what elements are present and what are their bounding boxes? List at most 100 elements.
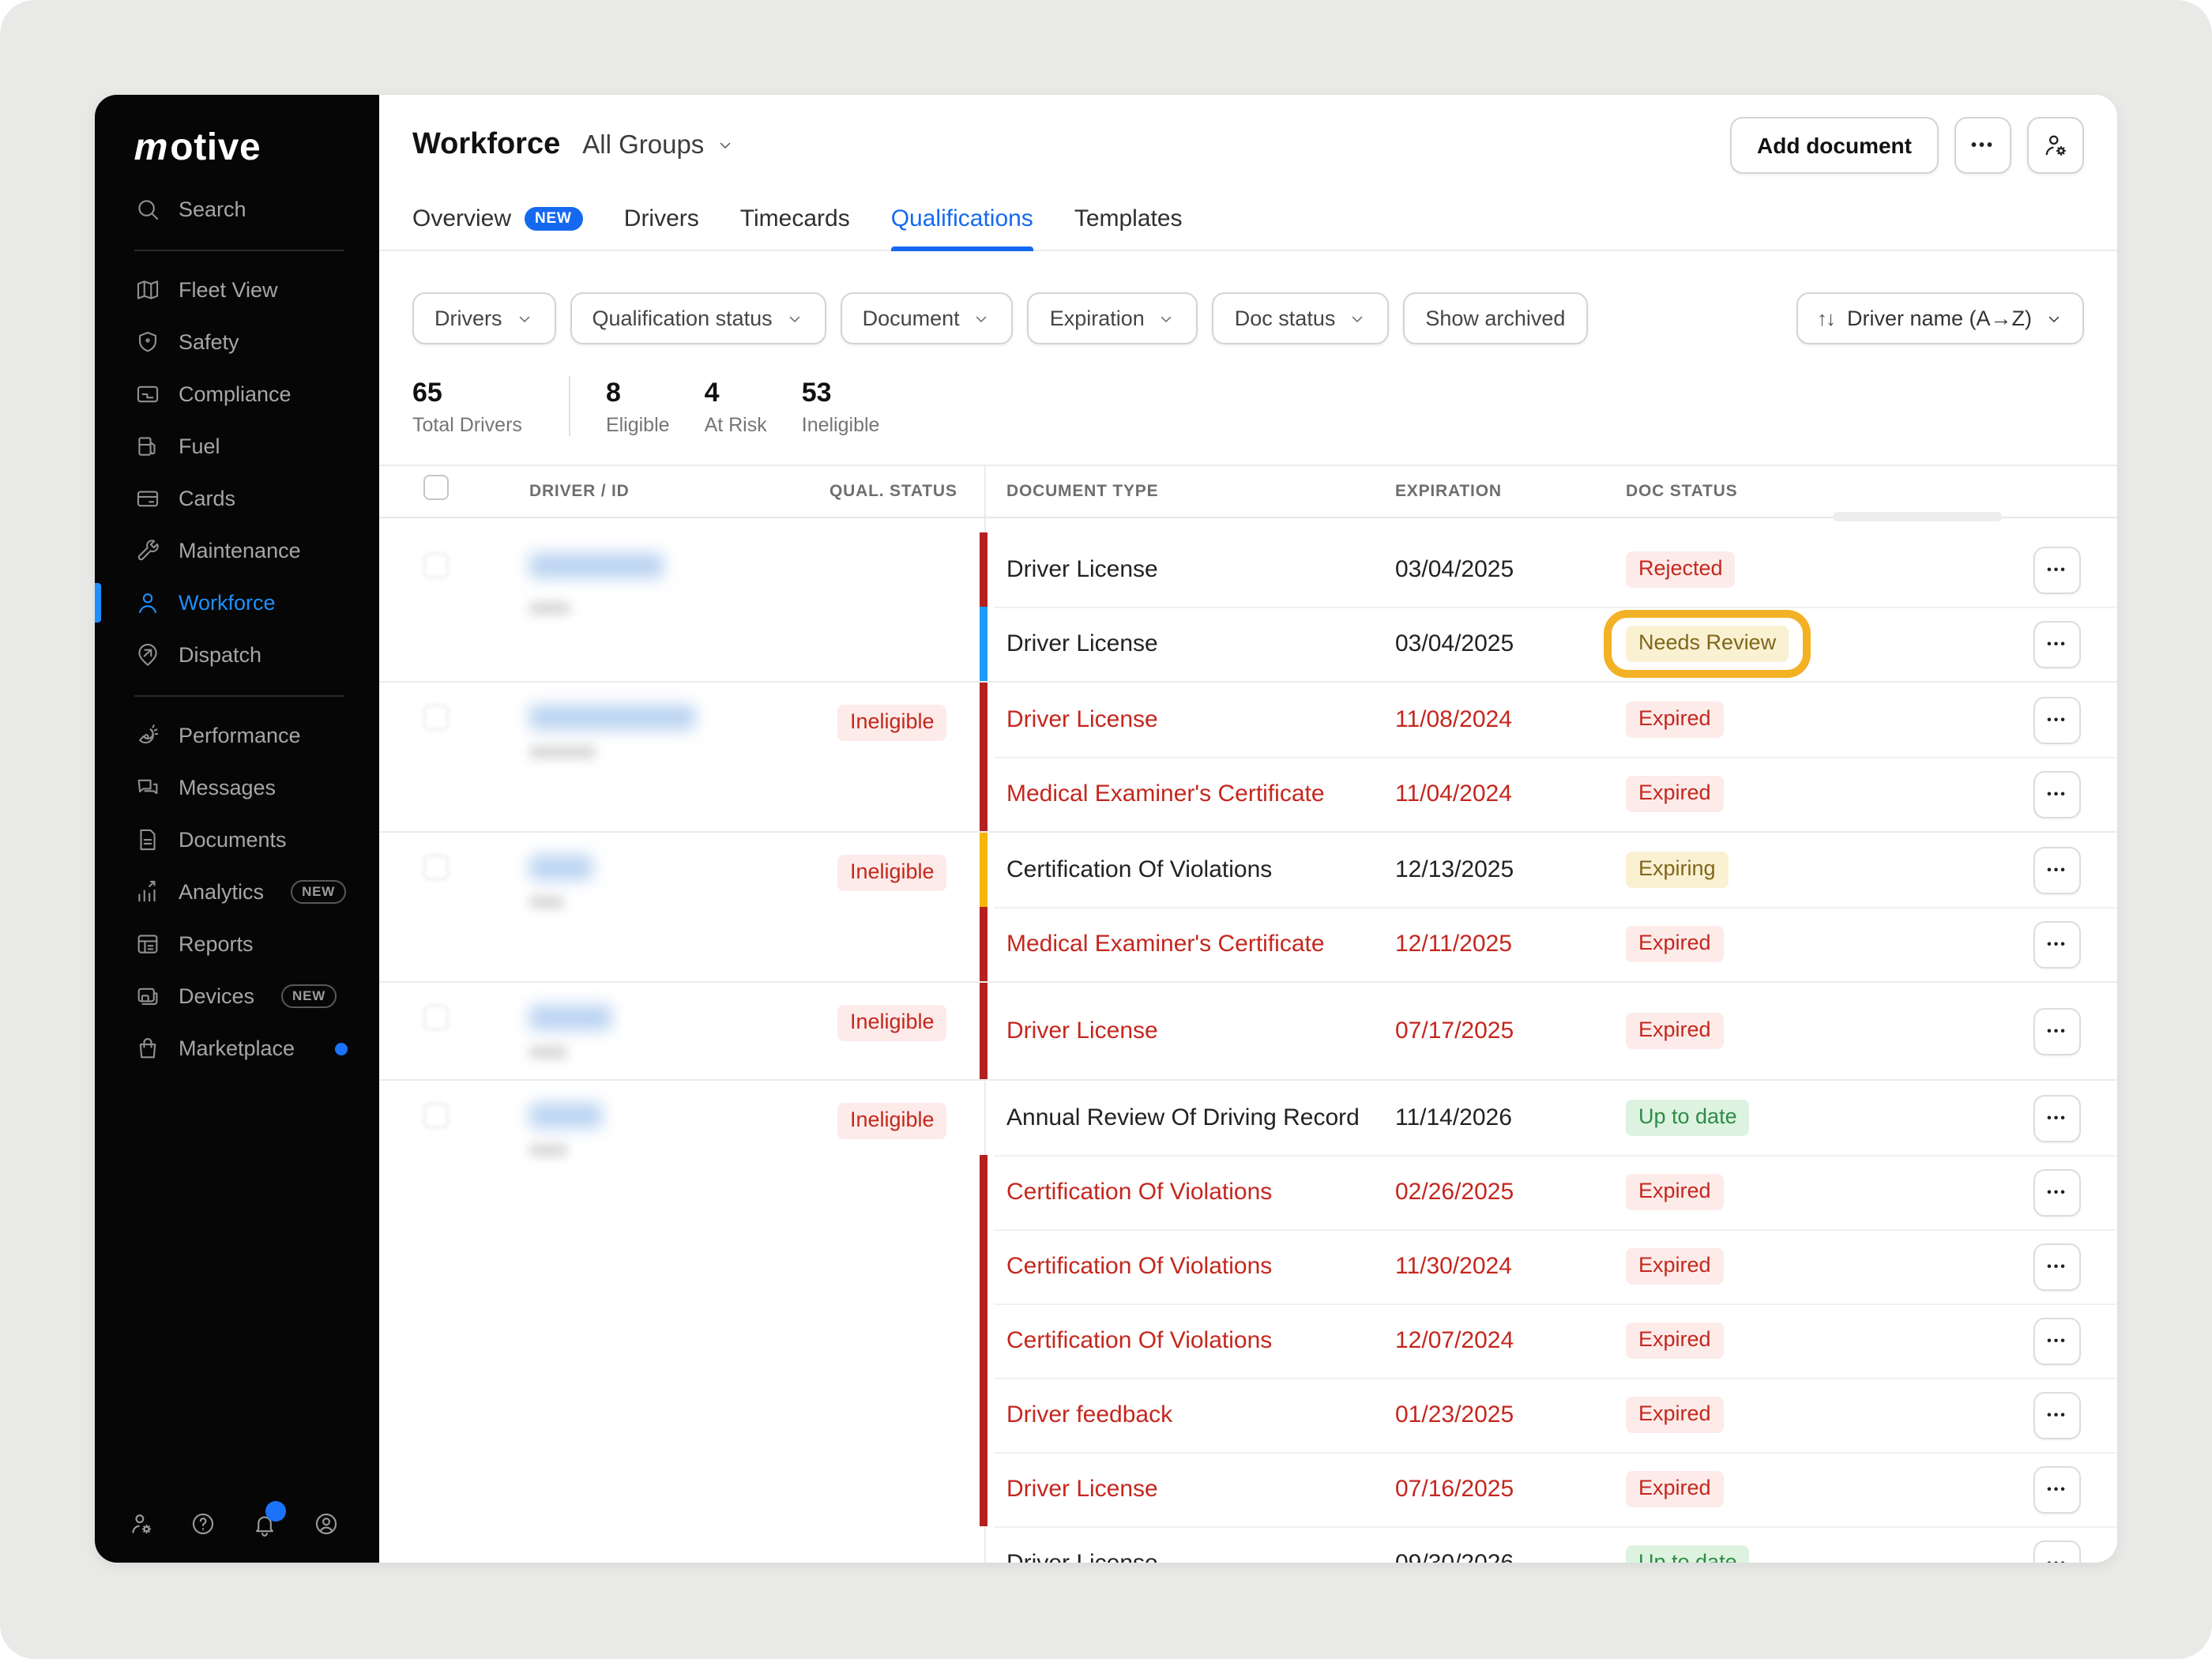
person-icon [134,589,161,616]
doc-status-badge: Expired [1626,702,1724,738]
row-checkbox[interactable] [423,1103,449,1128]
qualifications-table: DRIVER / ID QUAL. STATUS DOCUMENT TYPE E… [379,465,2117,1563]
row-actions-button[interactable]: ••• [2033,1007,2081,1055]
user-settings-button[interactable] [2027,117,2084,174]
driver-id-redacted [529,602,570,615]
row-actions-button[interactable]: ••• [2033,1391,2081,1439]
sidebar-item-performance[interactable]: Performance [95,709,379,762]
user-gear-icon [2041,131,2070,160]
sort-icon: ↑↓ [1817,307,1834,330]
row-actions-button[interactable]: ••• [2033,546,2081,593]
row-checkbox[interactable] [423,553,449,578]
row-actions-button[interactable]: ••• [2033,696,2081,743]
document-row: Driver License 07/16/2025 Expired ••• [984,1452,2117,1526]
sidebar-item-devices[interactable]: Devices NEW [95,970,379,1022]
document-row: Certification Of Violations 11/30/2024 E… [984,1229,2117,1304]
sidebar-item-documents[interactable]: Documents [95,814,379,866]
stats-divider [570,376,571,436]
help-icon[interactable] [190,1510,216,1537]
filter-expiration[interactable]: Expiration [1028,292,1198,344]
row-actions-button[interactable]: ••• [2033,1540,2081,1563]
sidebar-item-label: Reports [179,932,254,956]
filter-label: Document [863,307,960,330]
column-header-driver-id: DRIVER / ID [529,482,630,501]
row-actions-button[interactable]: ••• [2033,1317,2081,1364]
document-row: Certification Of Violations 02/26/2025 E… [984,1155,2117,1229]
row-checkbox[interactable] [423,855,449,880]
row-actions-button[interactable]: ••• [2033,620,2081,668]
expiration-date: 12/11/2025 [1395,931,1626,957]
account-icon[interactable] [313,1510,340,1537]
screen: motive Search Fleet View Safety Complian… [0,0,2212,1659]
kebab-icon: ••• [2047,1111,2067,1125]
row-actions-button[interactable]: ••• [2033,846,2081,893]
add-document-button[interactable]: Add document [1730,117,1939,174]
sort-button[interactable]: ↑↓ Driver name (A→Z) [1796,292,2084,344]
tab-drivers[interactable]: Drivers [624,205,699,250]
filter-document[interactable]: Document [841,292,1014,344]
row-actions-button[interactable]: ••• [2033,920,2081,968]
row-actions-button[interactable]: ••• [2033,1168,2081,1216]
driver-cell: Ineligible [379,833,984,981]
sidebar-item-label: Workforce [179,591,276,615]
kebab-icon: ••• [2047,787,2067,801]
filter-label: Expiration [1050,307,1145,330]
table-body: Driver License 03/04/2025 Rejected ••• D… [379,518,2117,1563]
filter-doc-status[interactable]: Doc status [1213,292,1390,344]
sidebar-item-label: Documents [179,828,287,852]
filter-drivers[interactable]: Drivers [412,292,556,344]
doc-status-badge: Up to date [1626,1100,1750,1136]
sidebar-item-workforce[interactable]: Workforce [95,577,379,629]
sidebar-item-safety[interactable]: Safety [95,316,379,368]
sidebar-item-cards[interactable]: Cards [95,472,379,525]
sidebar-item-compliance[interactable]: Compliance [95,368,379,420]
doc-icon [134,826,161,853]
filter-bar: Drivers Qualification status Document Ex… [412,292,2084,344]
doc-status-badge: Expiring [1626,852,1729,888]
kebab-icon: ••• [2047,1259,2067,1273]
row-actions-button[interactable]: ••• [2033,1094,2081,1142]
sidebar-item-analytics[interactable]: Analytics NEW [95,866,379,918]
row-checkbox[interactable] [423,705,449,730]
tab-overview[interactable]: Overview NEW [412,205,583,250]
row-actions-button[interactable]: ••• [2033,1465,2081,1513]
document-type: Certification Of Violations [1006,1327,1395,1354]
doc-status-cell: Expired [1626,1174,2033,1210]
sidebar-item-fuel[interactable]: Fuel [95,420,379,472]
group-selector[interactable]: All Groups [582,130,734,160]
sidebar-item-dispatch[interactable]: Dispatch [95,629,379,681]
sort-label: Driver name (A→Z) [1847,307,2032,330]
filter-qualification-status[interactable]: Qualification status [570,292,826,344]
tab-templates[interactable]: Templates [1074,205,1183,250]
sidebar-search[interactable]: Search [95,183,379,235]
stat-label: At Risk [705,413,767,435]
stat-total-drivers: 65 Total Drivers [412,377,522,435]
row-checkbox[interactable] [423,1005,449,1030]
filter-show-archived[interactable]: Show archived [1403,292,1587,344]
tab-qualifications[interactable]: Qualifications [891,205,1033,250]
sidebar-item-fleet-view[interactable]: Fleet View [95,264,379,316]
document-row: Medical Examiner's Certificate 11/04/202… [984,757,2117,831]
driver-cell: Ineligible [379,683,984,831]
sidebar-item-label: Dispatch [179,643,261,667]
sidebar-search-label: Search [179,198,246,221]
sidebar-item-marketplace[interactable]: Marketplace [95,1022,379,1074]
select-all-checkbox[interactable] [423,475,449,500]
persongear-icon[interactable] [128,1510,155,1537]
driver-name-redacted [529,855,592,880]
more-actions-button[interactable]: ••• [1954,117,2011,174]
tab-timecards[interactable]: Timecards [740,205,850,250]
search-icon [134,196,161,223]
page-header: Workforce All Groups Add document ••• [412,117,2084,174]
stat-value: 53 [802,377,880,408]
row-actions-button[interactable]: ••• [2033,1243,2081,1290]
chat-icon [134,774,161,801]
row-status-accent [980,833,988,907]
document-row: Medical Examiner's Certificate 12/11/202… [984,907,2117,981]
sidebar-item-messages[interactable]: Messages [95,762,379,814]
sidebar-item-reports[interactable]: Reports [95,918,379,970]
row-actions-button[interactable]: ••• [2033,770,2081,818]
bell-icon[interactable] [251,1510,278,1537]
sidebar-item-label: Cards [179,487,235,510]
sidebar-item-maintenance[interactable]: Maintenance [95,525,379,577]
